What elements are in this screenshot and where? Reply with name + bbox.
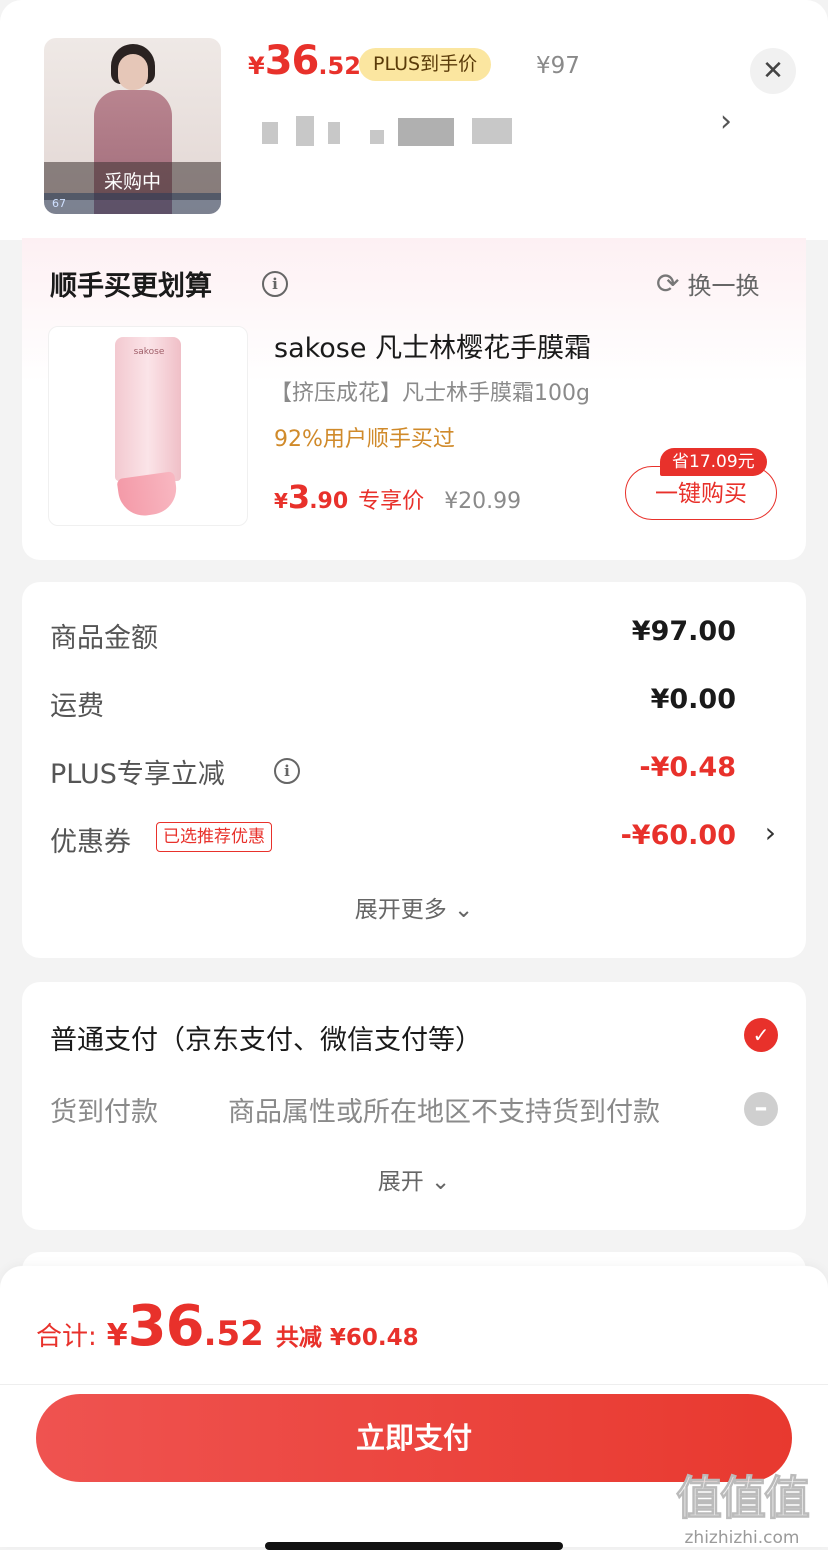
watermark-url: zhizhizhi.com: [684, 1528, 800, 1548]
blur-block: [370, 130, 384, 144]
price-currency: ¥: [248, 52, 265, 80]
total-decimal: .52: [203, 1314, 264, 1354]
blur-block: [296, 116, 314, 146]
savings-tag: 省17.09元: [660, 448, 767, 476]
plus-discount-info-icon[interactable]: i: [274, 758, 300, 784]
price-decimal: .52: [318, 52, 361, 80]
selected-check-icon[interactable]: ✓: [744, 1018, 778, 1052]
shipping-value: ¥0.00: [650, 684, 736, 715]
tube-brand-text: sakose: [133, 347, 165, 357]
upsell-card: 顺手买更划算 i ⟳ 换一换 sakose sakose 凡士林樱花手膜霜 【挤…: [22, 238, 806, 560]
swap-button[interactable]: ⟳ 换一换: [656, 266, 759, 301]
shipping-label: 运费: [50, 691, 104, 722]
upsell-price-integer: 3: [287, 478, 310, 516]
hand-cream-tube: [115, 337, 181, 481]
payment-method-card: 普通支付（京东支付、微信支付等） ✓ 货到付款 商品属性或所在地区不支持货到付款…: [22, 982, 806, 1230]
upsell-product-subtitle: 【挤压成花】凡士林手膜霜100g: [270, 381, 590, 406]
checkout-footer: 合计: ¥ 36 .52 共减 ¥60.48 立即支付 值值值 zhizhizh…: [0, 1266, 828, 1550]
header-original-price: ¥97: [536, 53, 580, 79]
upsell-original-price: ¥20.99: [444, 489, 522, 514]
price-summary-card: 商品金额 ¥97.00 运费 ¥0.00 PLUS专享立减 i -¥0.48 优…: [22, 582, 806, 958]
plus-discount-value: -¥0.48: [639, 752, 736, 783]
plus-price-badge: PLUS到手价: [359, 48, 492, 81]
total-amount: 合计: ¥ 36 .52 共减 ¥60.48: [36, 1294, 419, 1359]
thumb-info-strip: 67: [44, 193, 221, 214]
model-face: [118, 54, 148, 90]
coupon-label[interactable]: 优惠券: [50, 820, 131, 859]
total-integer: 36: [127, 1294, 205, 1359]
upsell-price: ¥ 3 .90 专享价 ¥20.99: [274, 478, 521, 516]
header-price: ¥ 36 .52: [248, 38, 361, 94]
upsell-price-decimal: .90: [309, 489, 349, 514]
total-savings: 共减 ¥60.48: [275, 1325, 419, 1351]
standard-payment-option[interactable]: 普通支付（京东支付、微信支付等）: [50, 1018, 482, 1057]
subtotal-label: 商品金额: [50, 623, 158, 654]
price-integer: 36: [264, 38, 320, 84]
upsell-product-image[interactable]: sakose: [48, 326, 248, 526]
blur-block: [398, 118, 454, 146]
refresh-icon: ⟳: [656, 267, 680, 300]
coupon-value[interactable]: -¥60.00: [621, 820, 736, 851]
blur-block: [262, 122, 278, 144]
product-thumbnail[interactable]: 采购中 67: [44, 38, 221, 214]
info-icon[interactable]: i: [262, 271, 288, 297]
plus-discount-label: PLUS专享立减: [50, 759, 225, 790]
cod-option-label: 货到付款: [50, 1097, 158, 1128]
watermark: 值值值 zhizhizhi.com: [676, 1462, 811, 1549]
footer-divider: [0, 1384, 828, 1385]
upsell-product-name[interactable]: sakose 凡士林樱花手膜霜: [274, 326, 591, 365]
watermark-logo: 值值值: [676, 1471, 811, 1526]
coupon-chevron-icon[interactable]: ›: [765, 816, 776, 849]
spec-selector-blurred[interactable]: [262, 116, 522, 150]
spec-chevron-icon[interactable]: ›: [720, 104, 732, 139]
upsell-title: 顺手买更划算: [50, 271, 212, 302]
blur-block: [472, 118, 512, 144]
blur-block: [328, 122, 340, 144]
exclusive-price-label: 专享价: [358, 489, 425, 514]
hand-cream-cap: [116, 471, 180, 519]
subtotal-value: ¥97.00: [631, 616, 736, 647]
upsell-price-currency: ¥: [274, 489, 288, 513]
expand-more-button[interactable]: 展开更多 ⌄: [22, 890, 806, 924]
total-label: 合计:: [36, 1322, 97, 1352]
thumb-strip-number: 67: [52, 197, 66, 210]
disabled-minus-icon: –: [744, 1092, 778, 1126]
product-header: 采购中 67 ¥ 36 .52 PLUS到手价 ¥97 ✕ ›: [0, 0, 828, 240]
upsell-hint: 92%用户顺手买过: [274, 427, 455, 452]
close-button[interactable]: ✕: [750, 48, 796, 94]
home-indicator: [265, 1542, 563, 1550]
coupon-recommended-tag: 已选推荐优惠: [156, 822, 272, 852]
swap-label: 换一换: [687, 272, 760, 300]
expand-payment-button[interactable]: 展开 ⌄: [22, 1162, 806, 1196]
total-currency: ¥: [106, 1318, 128, 1353]
cod-unavailable-note: 商品属性或所在地区不支持货到付款: [228, 1097, 660, 1128]
